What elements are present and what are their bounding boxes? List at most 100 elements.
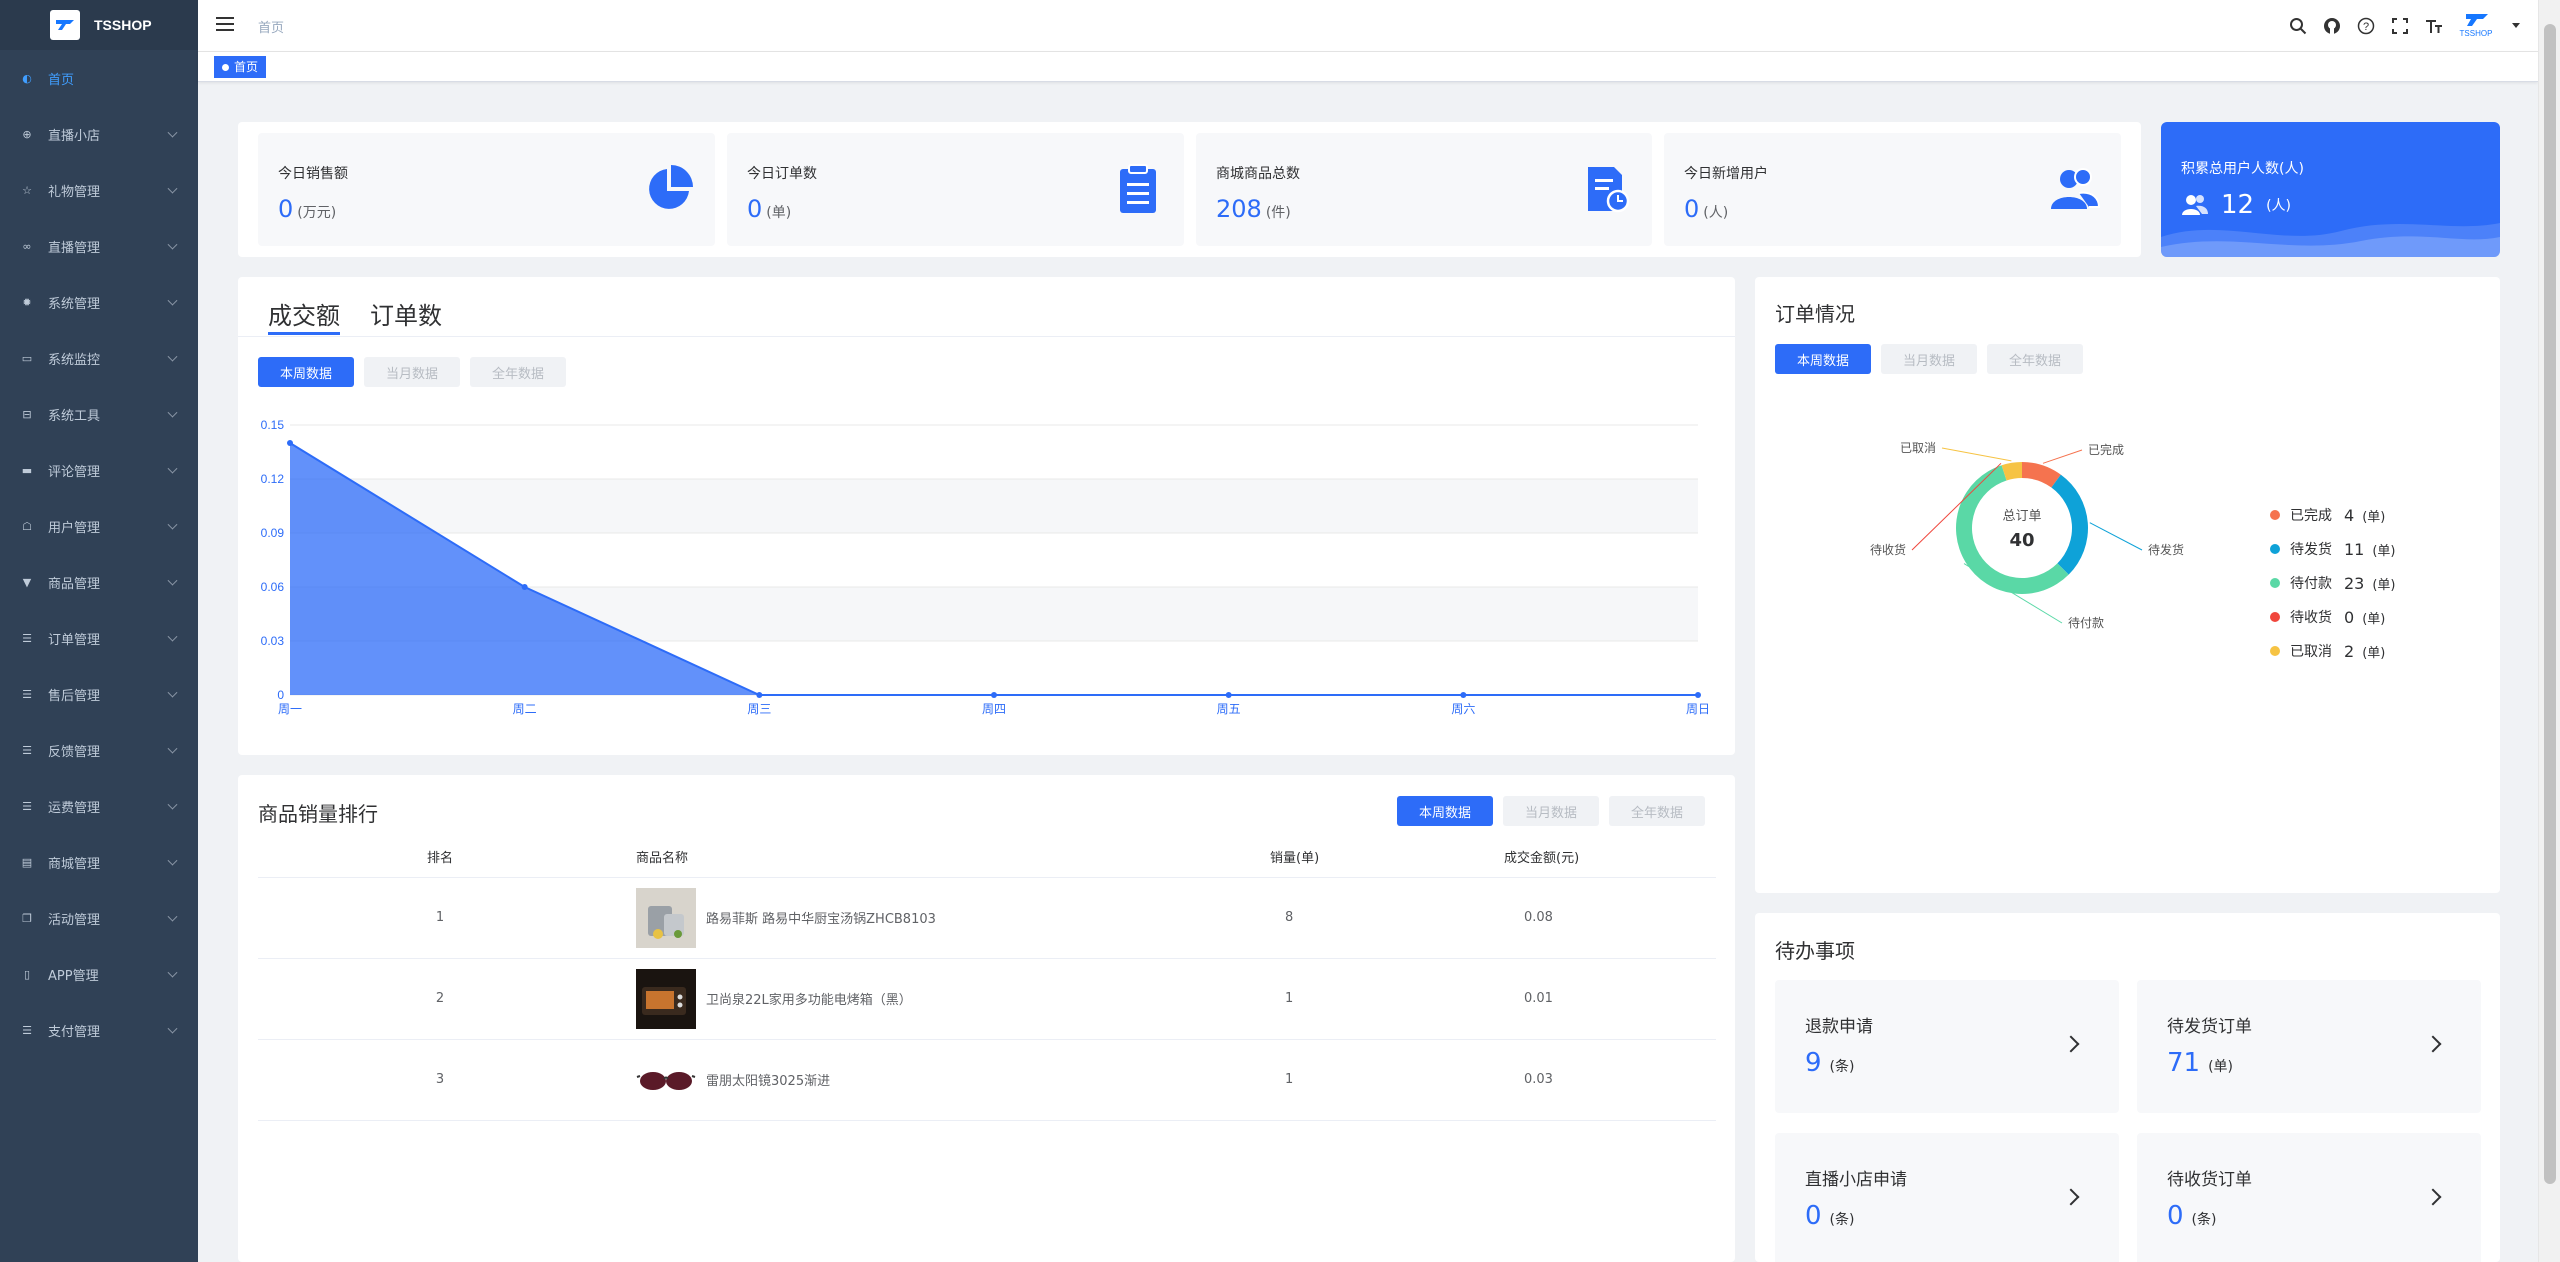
sidebar-item-label: 直播管理: [48, 240, 101, 256]
x-tick-label: 周五: [1217, 702, 1241, 716]
legend-item[interactable]: 已完成 4 (单): [2270, 505, 2385, 525]
ranking-filter-month[interactable]: 当月数据: [1503, 796, 1599, 826]
data-point[interactable]: [1695, 692, 1701, 698]
data-point[interactable]: [521, 584, 528, 590]
help-icon[interactable]: ?: [2356, 16, 2376, 36]
sidebar-item[interactable]: ☰ 反馈管理: [0, 722, 198, 778]
orders-donut-chart: 已完成待发货待付款 待收货 已取消总订单 40: [1870, 441, 2184, 630]
todo-shop-apply[interactable]: 直播小店申请 0 (条): [1775, 1133, 2119, 1262]
shirt-icon: ▼: [22, 575, 32, 589]
stat-card: 今日销售额 0 (万元): [258, 133, 715, 246]
orders-filter-year[interactable]: 全年数据: [1987, 344, 2083, 374]
sidebar-item-label: 礼物管理: [48, 184, 101, 200]
qty-cell: 8: [1140, 877, 1504, 959]
dashboard-icon: ◐: [22, 71, 32, 85]
legend-label: 已完成: [2290, 508, 2332, 524]
chevron-right-icon: [2062, 1035, 2080, 1053]
chevron-down-icon: [167, 799, 178, 810]
sidebar-item[interactable]: ▯ APP管理: [0, 946, 198, 1002]
tab-order-count[interactable]: 订单数: [370, 296, 442, 331]
sidebar-item[interactable]: ☰ 订单管理: [0, 610, 198, 666]
page-scrollbar[interactable]: [2538, 0, 2560, 1262]
sidebar-item[interactable]: ☰ 售后管理: [0, 666, 198, 722]
todo-pending-receive[interactable]: 待收货订单 0 (条): [2137, 1133, 2481, 1262]
data-point[interactable]: [1225, 692, 1232, 698]
legend-unit: (单): [2372, 577, 2396, 593]
stat-card: 今日订单数 0 (单): [727, 133, 1184, 246]
y-tick-label: 0.12: [261, 472, 285, 486]
sidebar-item[interactable]: ☰ 运费管理: [0, 778, 198, 834]
breadcrumb[interactable]: 首页: [258, 17, 284, 36]
font-size-icon[interactable]: [2424, 16, 2444, 36]
list-icon: ☰: [22, 1023, 32, 1037]
todo-pending-ship[interactable]: 待发货订单 71 (单): [2137, 980, 2481, 1113]
total-users-card: 积累总用户人数(人) 12 (人): [2161, 122, 2500, 257]
tag-label: 首页: [234, 60, 259, 74]
sidebar-item[interactable]: ▤ 商城管理: [0, 834, 198, 890]
data-point[interactable]: [991, 692, 997, 698]
data-point[interactable]: [756, 692, 763, 698]
data-point[interactable]: [287, 440, 293, 446]
avatar[interactable]: TSSHOP: [2458, 12, 2498, 40]
sidebar-item[interactable]: ☆ 礼物管理: [0, 162, 198, 218]
sidebar-item[interactable]: ✹ 系统管理: [0, 274, 198, 330]
sidebar-item[interactable]: ▬ 评论管理: [0, 442, 198, 498]
donut-slice[interactable]: [2051, 474, 2088, 575]
product-image-sunglasses: [636, 1049, 696, 1110]
search-icon[interactable]: [2288, 16, 2308, 36]
sidebar-item[interactable]: ◐ 首页: [0, 50, 198, 106]
ranking-title: 商品销量排行: [258, 802, 378, 826]
sales-filter-month[interactable]: 当月数据: [364, 357, 460, 387]
shop-icon: ⊕: [22, 127, 32, 141]
sidebar-item[interactable]: ▼ 商品管理: [0, 554, 198, 610]
sales-filter-week[interactable]: 本周数据: [258, 357, 354, 387]
legend-value: 2: [2344, 641, 2355, 661]
total-users-title: 积累总用户人数(人): [2181, 161, 2304, 177]
orders-filter-month[interactable]: 当月数据: [1881, 344, 1977, 374]
stat-value: 0: [1684, 195, 1700, 223]
legend-item[interactable]: 待付款 23 (单): [2270, 573, 2396, 593]
hamburger-icon[interactable]: [216, 17, 234, 33]
sidebar-item-label: 商城管理: [48, 856, 101, 872]
sidebar-item[interactable]: ⊕ 直播小店: [0, 106, 198, 162]
amount-cell: 0.01: [1504, 958, 1716, 1040]
tag-home[interactable]: 首页: [214, 56, 267, 78]
product-name[interactable]: 路易菲斯 路易中华厨宝汤锅ZHCB8103: [706, 908, 936, 927]
product-name[interactable]: 卫尚泉22L家用多功能电烤箱（黑）: [706, 989, 912, 1008]
legend-value: 11: [2344, 539, 2365, 559]
sidebar-item[interactable]: ☖ 用户管理: [0, 498, 198, 554]
chevron-down-icon: [167, 687, 178, 698]
chevron-down-icon: [167, 407, 178, 418]
logo[interactable]: TSSHOP: [0, 0, 198, 50]
sidebar-item-label: 系统工具: [48, 408, 101, 424]
data-point[interactable]: [1460, 692, 1467, 698]
top-navbar: 首页 ? TSSHOP: [198, 0, 2538, 52]
todo-refund[interactable]: 退款申请 9 (条): [1775, 980, 2119, 1113]
sidebar-item[interactable]: ☰ 支付管理: [0, 1002, 198, 1058]
sales-filter-year[interactable]: 全年数据: [470, 357, 566, 387]
list-icon: ☰: [22, 631, 32, 645]
gear-icon: ✹: [22, 295, 32, 309]
orders-filter-week[interactable]: 本周数据: [1775, 344, 1871, 374]
scrollbar-thumb[interactable]: [2544, 24, 2556, 1184]
sidebar-item[interactable]: ❐ 活动管理: [0, 890, 198, 946]
ranking-filter-year[interactable]: 全年数据: [1609, 796, 1705, 826]
legend-item[interactable]: 待收货 0 (单): [2270, 607, 2385, 627]
legend-label: 待收货: [2290, 610, 2332, 626]
ranking-filter-week[interactable]: 本周数据: [1397, 796, 1493, 826]
chevron-down-icon: [167, 295, 178, 306]
product-name[interactable]: 雷朋太阳镜3025渐进: [706, 1070, 830, 1089]
sidebar-item[interactable]: ∞ 直播管理: [0, 218, 198, 274]
sidebar-item[interactable]: ▭ 系统监控: [0, 330, 198, 386]
tab-sales-amount[interactable]: 成交额: [268, 296, 340, 331]
fullscreen-icon[interactable]: [2390, 16, 2410, 36]
chevron-down-icon: [167, 519, 178, 530]
legend-item[interactable]: 待发货 11 (单): [2270, 539, 2396, 559]
legend-item[interactable]: 已取消 2 (单): [2270, 641, 2385, 661]
legend-value: 4: [2344, 505, 2355, 525]
todo-unit: (条): [1829, 1059, 1855, 1075]
caret-down-icon[interactable]: [2512, 16, 2520, 36]
sidebar-item[interactable]: ⊟ 系统工具: [0, 386, 198, 442]
github-icon[interactable]: [2322, 16, 2342, 36]
brand-name: TSSHOP: [94, 17, 152, 33]
